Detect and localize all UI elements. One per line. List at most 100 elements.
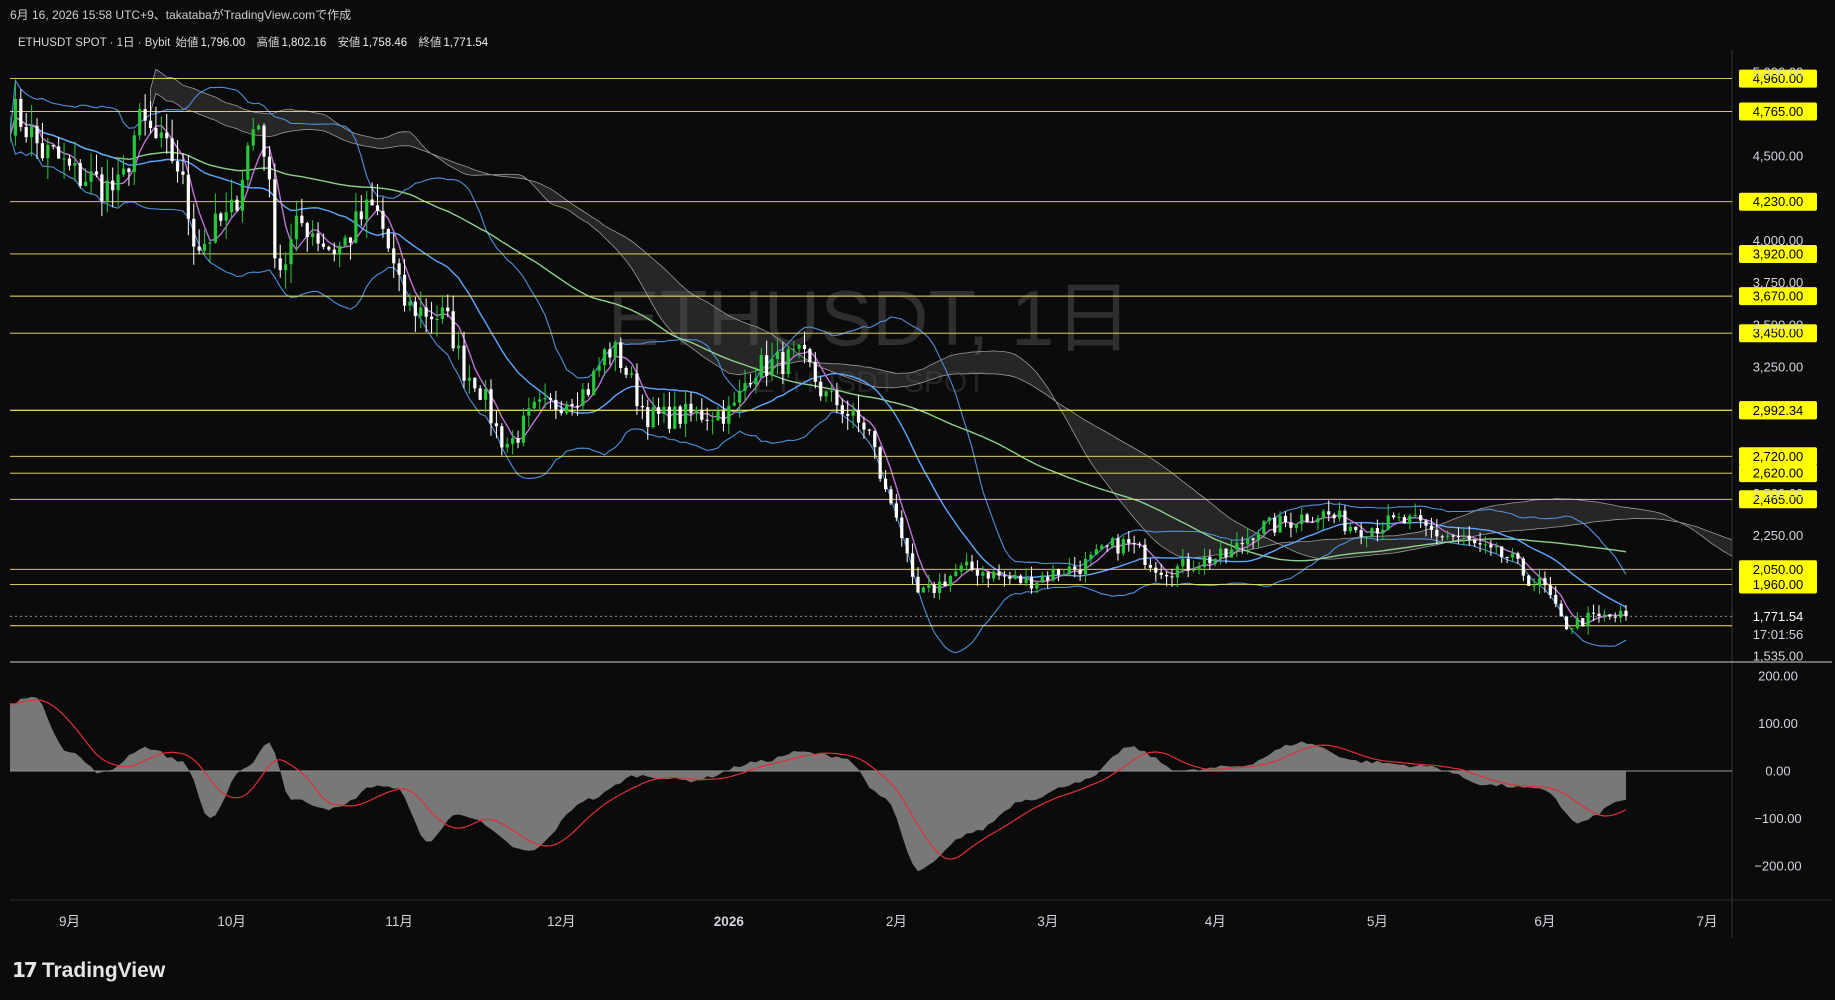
price-chart[interactable]: ETHUSDT, 1日 ETHUSDT SPOT 4,960.004,765.0… [0, 0, 1835, 1000]
level-label[interactable]: 4,765.00 [1753, 104, 1804, 119]
candle-body [1159, 572, 1163, 575]
candle-body [1019, 575, 1023, 584]
candle-body [932, 584, 936, 593]
candle-body [462, 345, 466, 381]
oscillator-tick-label: −200.00 [1754, 858, 1801, 873]
candle-body [575, 405, 580, 407]
candle-body [446, 307, 450, 312]
candle-body [997, 571, 1001, 576]
candle-body [673, 406, 677, 429]
candle-body [1186, 558, 1190, 571]
candle-body [916, 576, 920, 593]
candle-body [1197, 566, 1201, 570]
tradingview-brand[interactable]: 𝟭𝟳 TradingView [12, 958, 165, 983]
candle-body [484, 389, 488, 400]
candle-body [1083, 559, 1088, 575]
candle-body [1359, 530, 1363, 537]
candle-body [148, 120, 153, 129]
level-label[interactable]: 4,230.00 [1753, 194, 1804, 209]
level-label[interactable]: 2,720.00 [1753, 449, 1804, 464]
candle-body [1559, 603, 1563, 617]
candle-body [927, 584, 931, 588]
candle-body [1424, 520, 1428, 526]
candle-body [592, 370, 596, 395]
candle-body [635, 373, 639, 407]
candle-body [251, 129, 255, 146]
candle-body [613, 342, 617, 358]
candle-body [1100, 545, 1104, 550]
candle-body [105, 180, 109, 201]
candle-body [273, 179, 277, 259]
time-tick-label: 7月 [1697, 914, 1718, 929]
level-label[interactable]: 2,050.00 [1753, 562, 1804, 577]
candle-body [505, 443, 509, 448]
candle-body [424, 307, 428, 317]
candle-body [527, 408, 531, 416]
countdown-label: 17:01:56 [1753, 627, 1804, 642]
candle-body [581, 389, 585, 406]
candle-body [1570, 628, 1574, 630]
candle-body [835, 390, 839, 406]
time-tick-label: 10月 [217, 914, 246, 929]
candle-body [797, 344, 801, 349]
level-label[interactable]: 3,920.00 [1753, 246, 1804, 261]
candle-body [175, 161, 180, 172]
candle-body [683, 403, 688, 424]
candle-body [1154, 567, 1158, 573]
candle-body [116, 174, 120, 191]
candle-body [640, 406, 644, 408]
candle-body [851, 409, 855, 416]
oscillator-tick-label: −100.00 [1754, 811, 1801, 826]
candle-body [965, 561, 969, 566]
candle-body [1300, 514, 1304, 525]
candle-body [1273, 517, 1277, 533]
candle-body [1051, 569, 1055, 581]
price-tick-label: 2,250.00 [1753, 528, 1804, 543]
price-tick-label: 3,750.00 [1753, 275, 1804, 290]
candle-body [1202, 556, 1207, 567]
candle-body [1462, 535, 1466, 537]
candle-body [1267, 517, 1271, 522]
candle-body [1456, 536, 1461, 538]
candle-body [624, 367, 628, 375]
chart-window: 6月 16, 2026 15:58 UTC+9、takatabaがTrading… [0, 0, 1835, 1000]
candle-body [1035, 582, 1039, 589]
candle-body [429, 316, 434, 320]
candle-body [662, 406, 666, 415]
candle-body [1527, 575, 1531, 586]
candle-body [1348, 526, 1352, 532]
time-tick-label: 3月 [1037, 914, 1058, 929]
level-label[interactable]: 3,670.00 [1753, 289, 1804, 304]
candle-body [165, 132, 169, 139]
candle-body [1516, 553, 1520, 559]
candle-body [10, 135, 12, 137]
candle-body [1089, 554, 1093, 560]
candle-body [354, 211, 358, 243]
time-tick-label: 2月 [886, 914, 907, 929]
time-tick-label: 9月 [59, 914, 80, 929]
candle-body [289, 239, 293, 265]
candle-body [1413, 515, 1417, 517]
candle-body [1575, 618, 1579, 629]
candle-body [1062, 574, 1066, 576]
candle-body [1327, 511, 1331, 515]
candle-body [257, 125, 261, 130]
candle-body [646, 407, 650, 428]
candle-body [678, 406, 682, 424]
candle-body [570, 404, 574, 406]
candle-body [321, 243, 326, 247]
candle-body [1397, 517, 1401, 519]
candle-body [792, 348, 796, 350]
level-label[interactable]: 2,620.00 [1753, 466, 1804, 481]
level-label[interactable]: 2,992.34 [1753, 403, 1804, 418]
candle-body [824, 391, 828, 397]
candle-body [181, 171, 185, 175]
level-label[interactable]: 1,960.00 [1753, 577, 1804, 592]
candle-body [565, 404, 569, 414]
candle-body [1435, 529, 1439, 537]
candle-body [1364, 536, 1369, 538]
candle-body [1370, 528, 1374, 537]
candle-body [775, 351, 780, 360]
candle-body [959, 565, 963, 572]
candle-body [748, 383, 753, 385]
